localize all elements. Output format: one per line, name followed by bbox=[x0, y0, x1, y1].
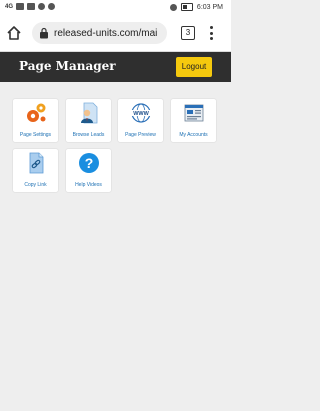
address-bar[interactable]: released-units.com/mai bbox=[32, 22, 167, 44]
svg-text:?: ? bbox=[85, 155, 94, 171]
tile-label: Page Settings bbox=[19, 132, 52, 138]
tile-help-videos[interactable]: ? Help Videos bbox=[66, 149, 111, 192]
overflow-menu-icon[interactable] bbox=[208, 25, 214, 41]
url-text: released-units.com/mai bbox=[54, 27, 158, 39]
status-bar: 4G 6:03 PM bbox=[0, 0, 231, 15]
status-time: 6:03 PM bbox=[196, 3, 223, 11]
tile-my-accounts[interactable]: My Accounts bbox=[171, 99, 216, 142]
tile-label: My Accounts bbox=[179, 132, 208, 138]
battery-icon bbox=[180, 3, 193, 11]
gears-icon bbox=[27, 103, 46, 122]
app-header: Page Manager Logout bbox=[0, 52, 231, 82]
wifi-icon bbox=[38, 3, 46, 10]
status-right-icons: 6:03 PM bbox=[169, 3, 223, 11]
tile-label: Help Videos bbox=[75, 182, 102, 188]
home-icon[interactable] bbox=[6, 25, 22, 41]
status-left-icons: 4G bbox=[5, 3, 56, 10]
tab-switcher-button[interactable]: 3 bbox=[181, 26, 195, 40]
page-title: Page Manager bbox=[19, 59, 116, 73]
tile-label: Copy Link bbox=[24, 182, 47, 188]
svg-text:WWW: WWW bbox=[133, 111, 149, 117]
lock-icon bbox=[40, 27, 48, 39]
tile-copy-link[interactable]: Copy Link bbox=[13, 149, 58, 192]
tile-page-preview[interactable]: WWW Page Preview bbox=[118, 99, 163, 142]
link-document-icon bbox=[29, 152, 44, 174]
tile-page-settings[interactable]: Page Settings bbox=[13, 99, 58, 142]
tile-browse-leads[interactable]: Browse Leads bbox=[66, 99, 111, 142]
person-document-icon bbox=[81, 102, 98, 124]
www-globe-icon: WWW bbox=[130, 103, 152, 123]
chat-icon bbox=[48, 3, 56, 10]
tile-label: Page Preview bbox=[125, 132, 156, 138]
signal-icon bbox=[16, 3, 25, 10]
signal-icon-2 bbox=[27, 3, 36, 10]
signal-type-label: 4G bbox=[5, 3, 14, 10]
tile-label: Browse Leads bbox=[72, 132, 105, 138]
help-icon: ? bbox=[79, 153, 99, 173]
browser-window-icon bbox=[184, 104, 204, 122]
logout-button[interactable]: Logout bbox=[176, 57, 212, 77]
alarm-icon bbox=[169, 3, 177, 11]
browser-toolbar: released-units.com/mai 3 bbox=[0, 15, 231, 52]
